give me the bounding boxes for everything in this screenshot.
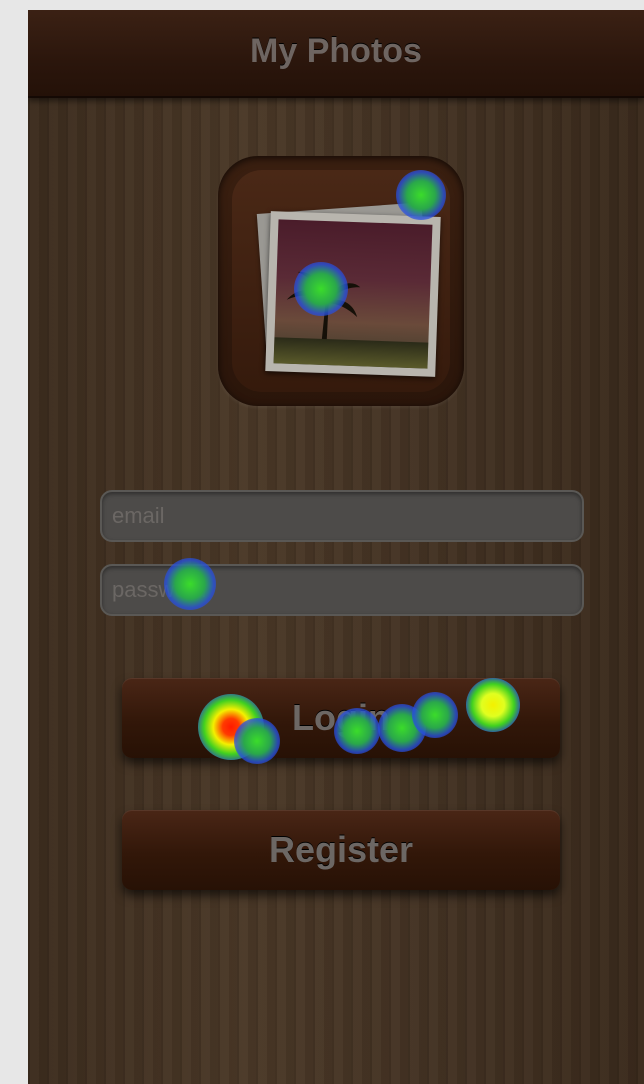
register-button[interactable]: Register	[122, 810, 560, 890]
password-field[interactable]	[100, 564, 584, 616]
photo-stack-icon	[218, 156, 464, 406]
icon-inner-frame	[232, 170, 450, 392]
email-input[interactable]	[102, 492, 582, 540]
navigation-bar: My Photos	[28, 10, 644, 98]
app-screen: My Photos Login	[28, 10, 644, 1084]
login-button[interactable]: Login	[122, 678, 560, 758]
email-field[interactable]	[100, 490, 584, 542]
password-input[interactable]	[102, 566, 582, 614]
photo-card	[265, 211, 441, 377]
sunset-palm-image	[273, 219, 433, 369]
page-title: My Photos	[250, 32, 422, 70]
beach-strip	[273, 337, 429, 369]
